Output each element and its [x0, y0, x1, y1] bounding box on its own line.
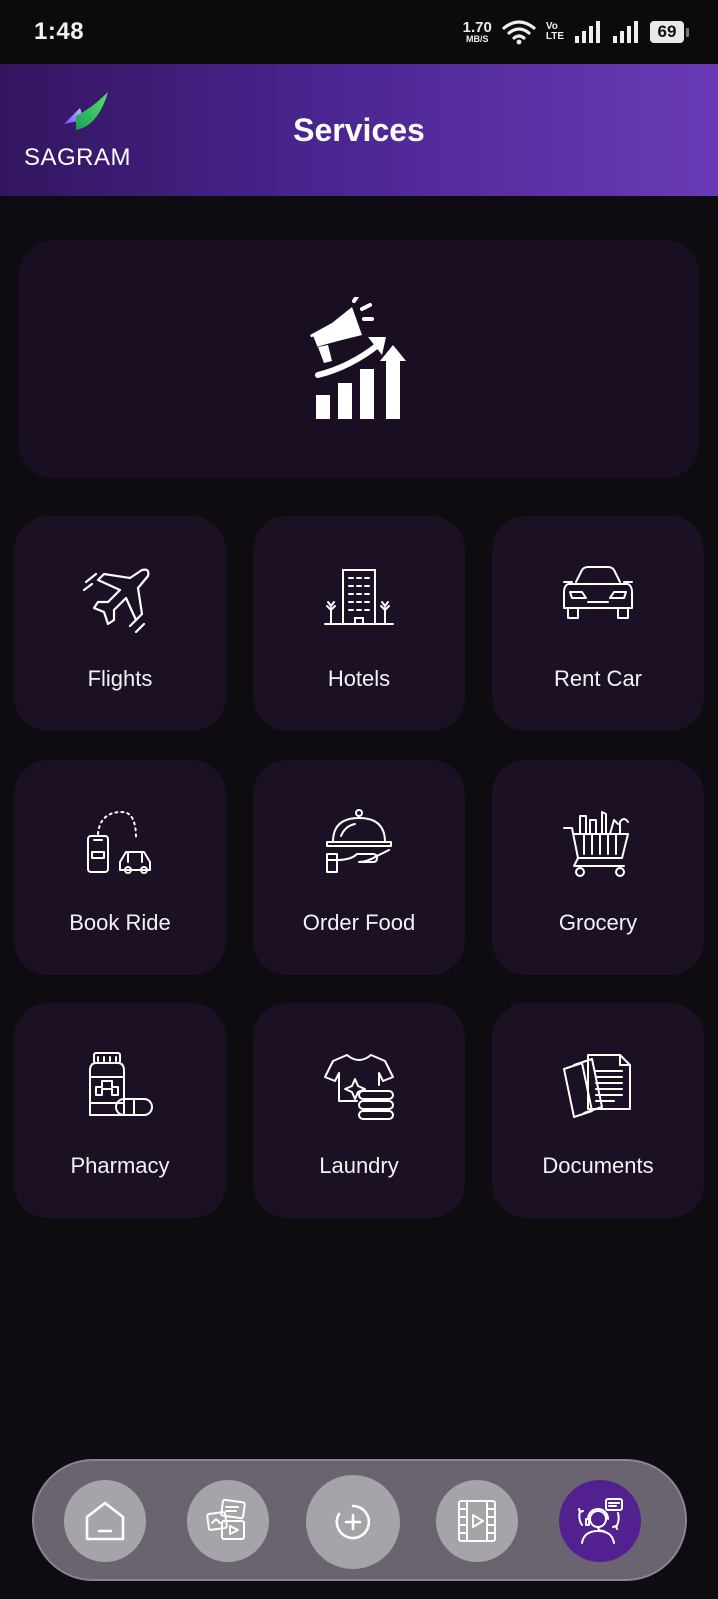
support-agent-icon [578, 1498, 623, 1544]
service-tile-grocery[interactable]: Grocery [492, 760, 704, 975]
video-film-icon [458, 1500, 496, 1542]
nav-add-button[interactable] [306, 1475, 400, 1569]
service-label: Hotels [327, 666, 391, 691]
volte-indicator: Vo LTE [546, 22, 564, 42]
ride-booking-icon [87, 811, 151, 874]
service-tile-book-ride[interactable]: Book Ride [14, 760, 226, 975]
nav-video-button[interactable] [436, 1480, 518, 1562]
service-tile-laundry[interactable]: Laundry [253, 1003, 465, 1218]
battery-indicator: 69 [650, 21, 689, 43]
nav-media-button[interactable] [187, 1480, 269, 1562]
nav-support-button[interactable] [559, 1480, 641, 1562]
service-tile-pharmacy[interactable]: Pharmacy [14, 1003, 226, 1218]
home-icon [85, 1501, 125, 1541]
bottom-navigation [32, 1459, 687, 1581]
nav-home-button[interactable] [64, 1480, 146, 1562]
volte-bottom: LTE [545, 31, 564, 42]
status-time: 1:48 [34, 18, 85, 45]
documents-icon [563, 1054, 631, 1118]
hotel-building-icon [324, 569, 394, 625]
page-title: Services [293, 112, 425, 148]
service-label: Flights [87, 666, 153, 691]
service-tile-rent-car[interactable]: Rent Car [492, 516, 704, 731]
wifi-icon [502, 20, 536, 45]
service-label: Book Ride [69, 910, 171, 935]
service-label: Pharmacy [70, 1153, 170, 1178]
signal-icon [575, 21, 600, 43]
service-tile-order-food[interactable]: Order Food [253, 760, 465, 975]
network-speed: 1.70 MB/S [463, 20, 492, 44]
service-label: Grocery [558, 910, 638, 935]
service-tile-hotels[interactable]: Hotels [253, 516, 465, 731]
airplane-icon [82, 568, 150, 634]
service-tile-flights[interactable]: Flights [14, 516, 226, 731]
add-circle-icon [335, 1504, 371, 1540]
food-cloche-icon [326, 809, 392, 873]
network-speed-unit: MB/S [465, 34, 489, 44]
service-label: Rent Car [553, 666, 643, 691]
network-speed-value: 1.70 [462, 19, 492, 36]
media-gallery-icon [206, 1499, 246, 1540]
car-icon [563, 566, 633, 619]
app-header: SAGRAM Services [0, 64, 718, 196]
service-label: Laundry [319, 1153, 399, 1178]
status-bar: 1:48 1.70 MB/S Vo LTE 69 [0, 0, 718, 64]
service-tile-documents[interactable]: Documents [492, 1003, 704, 1218]
laundry-shirt-icon [324, 1054, 394, 1120]
marketing-growth-icon [310, 297, 406, 419]
medicine-bottle-icon [89, 1052, 153, 1116]
status-icons: 1.70 MB/S Vo LTE 69 [463, 19, 689, 45]
service-label: Documents [542, 1153, 654, 1178]
shopping-cart-icon [563, 811, 629, 877]
promo-banner[interactable] [19, 240, 699, 478]
signal-icon [613, 21, 638, 43]
service-label: Order Food [302, 910, 416, 935]
